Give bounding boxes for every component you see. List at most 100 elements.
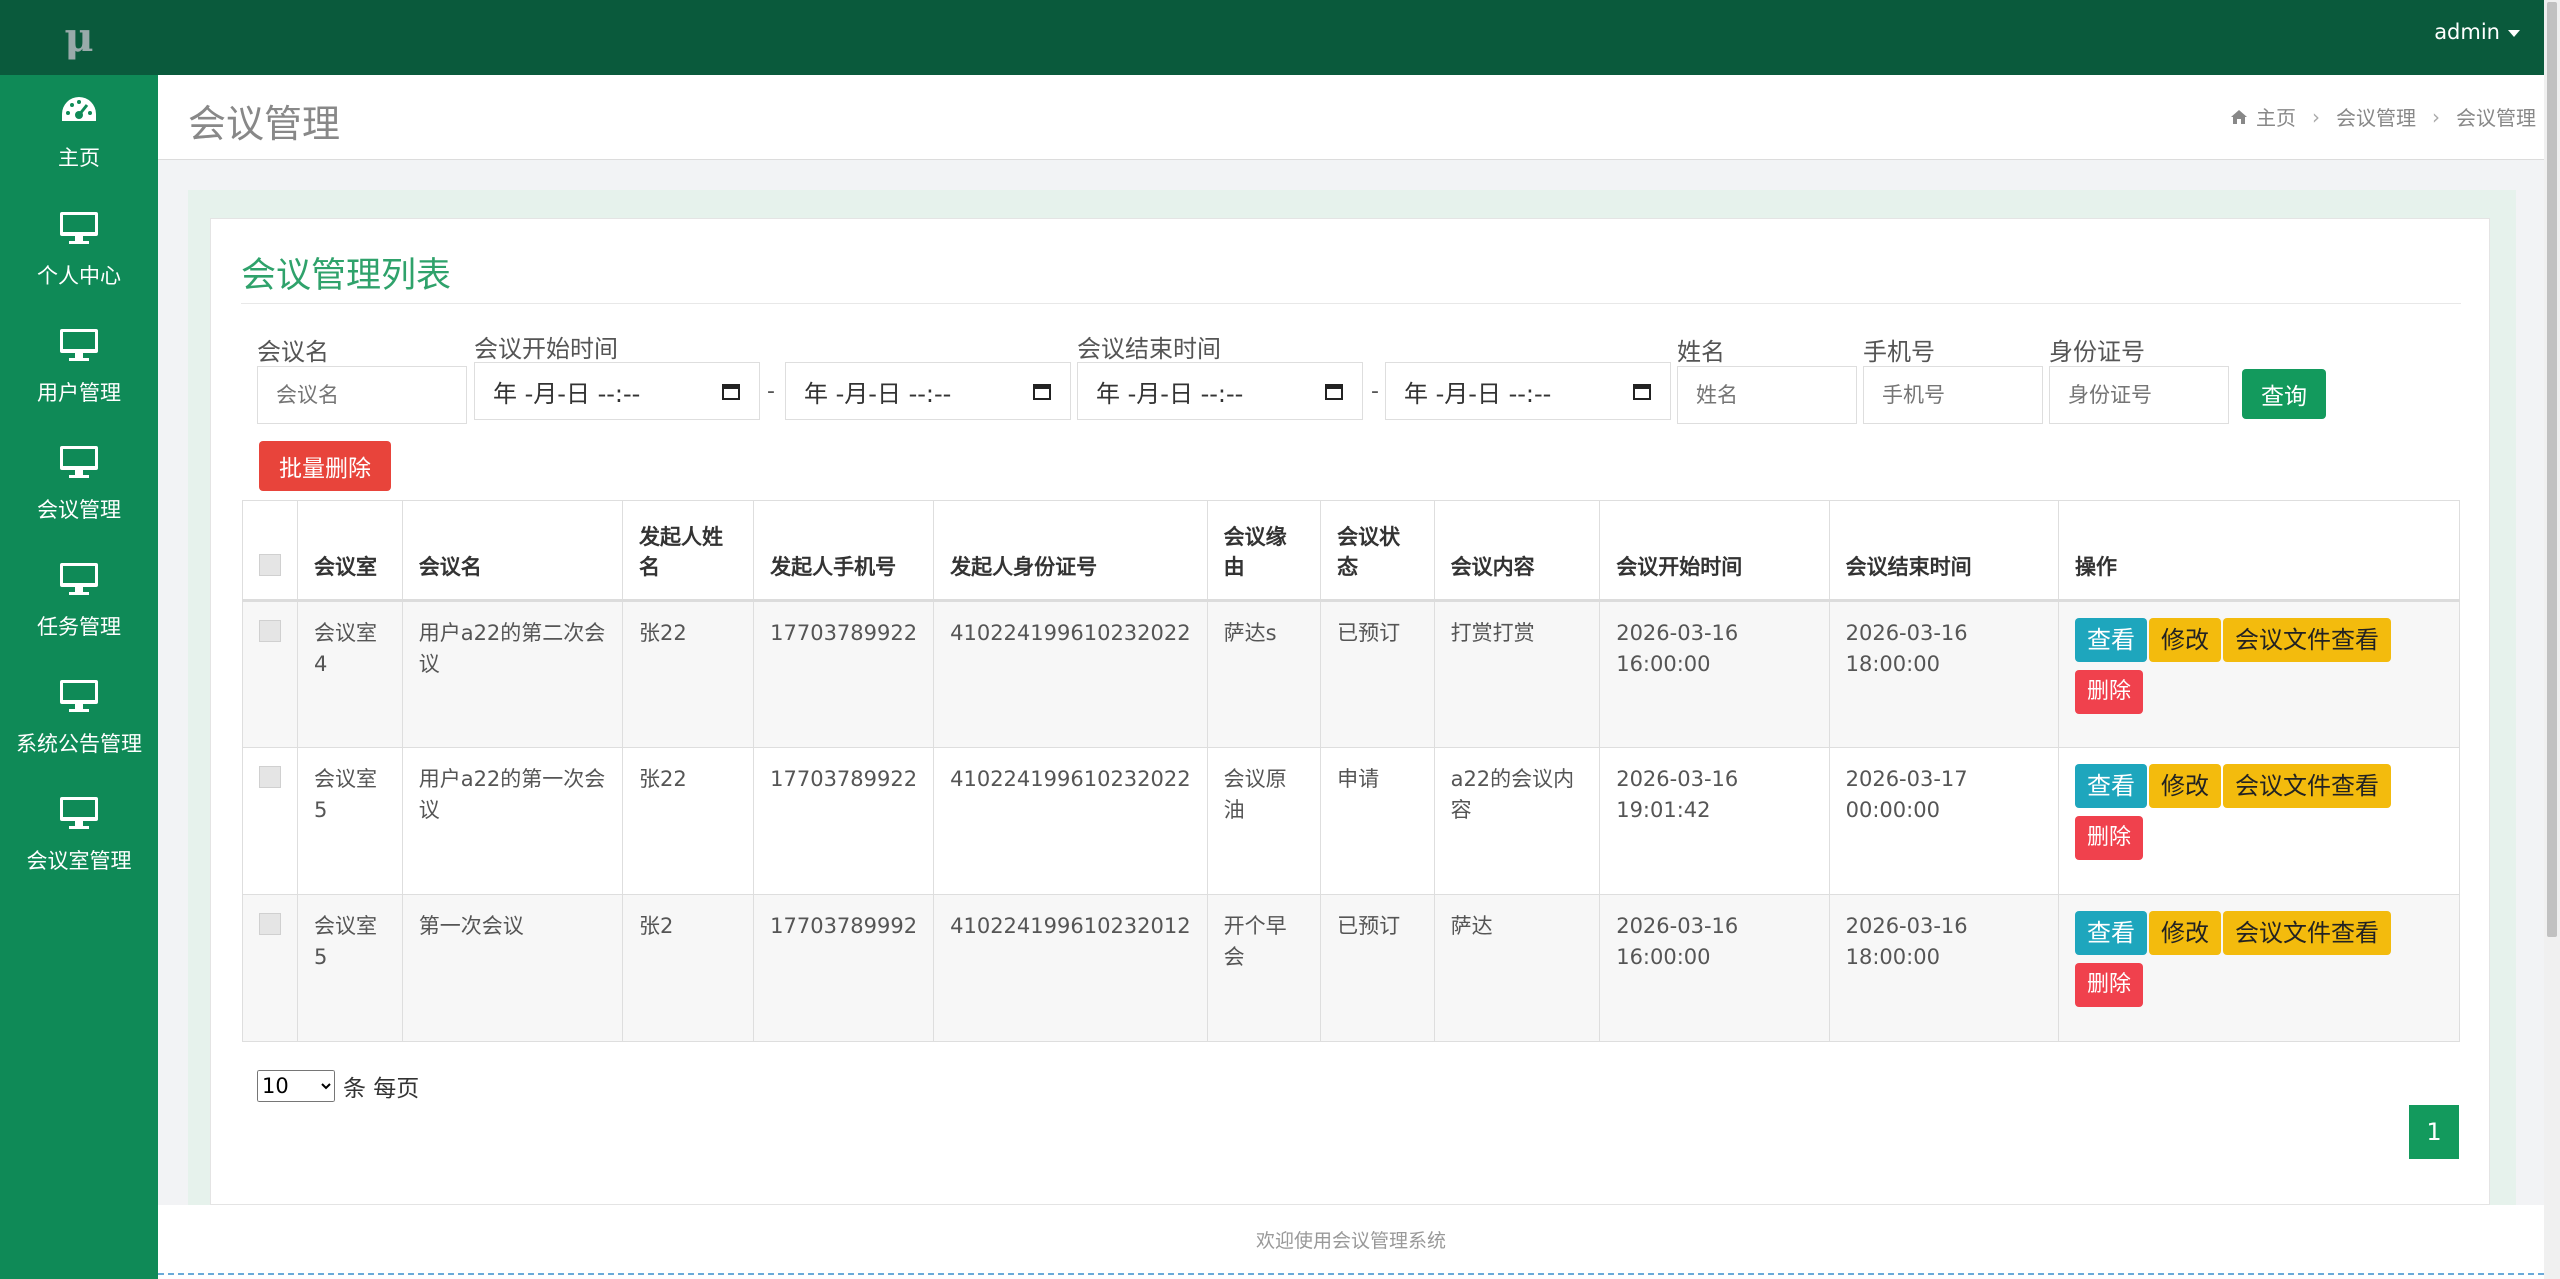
sidebar-item-label: 主页 — [58, 146, 100, 170]
sidebar-item[interactable]: 个人中心 — [0, 192, 158, 309]
row-checkbox[interactable] — [259, 766, 281, 788]
date-placeholder: 年 -月-日 --:-- — [1404, 379, 1552, 408]
logo: μ — [0, 0, 158, 75]
view-button[interactable]: 查看 — [2075, 618, 2148, 662]
delete-button[interactable]: 删除 — [2075, 963, 2144, 1007]
bulk-delete-button[interactable]: 批量删除 — [259, 441, 391, 491]
cell-start: 2026-03-16 16:00:00 — [1599, 600, 1830, 748]
delete-button[interactable]: 删除 — [2075, 816, 2144, 860]
cell-person: 张22 — [621, 600, 755, 748]
person-name-input[interactable] — [1677, 366, 1857, 424]
scrollbar-thumb[interactable] — [2547, 2, 2557, 937]
meeting-name-label: 会议名 — [257, 338, 329, 366]
cell-name: 用户a22的第二次会议 — [401, 600, 623, 748]
cell-phone: 17703789922 — [753, 747, 935, 895]
divider — [241, 303, 2461, 304]
sidebar-item[interactable]: 会议室管理 — [0, 777, 158, 894]
end-time-to-input[interactable]: 年 -月-日 --:-- — [1385, 362, 1671, 420]
column-header[interactable]: 发起人身份证号 — [933, 500, 1208, 602]
page-header: 会议管理 主页 › 会议管理 › 会议管理 — [158, 75, 2544, 160]
calendar-icon — [1033, 384, 1051, 400]
start-time-to-input[interactable]: 年 -月-日 --:-- — [785, 362, 1071, 420]
cell-room: 会议室4 — [297, 600, 403, 748]
cell-person: 张22 — [621, 747, 755, 895]
breadcrumb-section[interactable]: 会议管理 — [2336, 102, 2416, 131]
page-1-button[interactable]: 1 — [2409, 1105, 2459, 1159]
row-checkbox[interactable] — [259, 913, 281, 935]
cell-end: 2026-03-16 18:00:00 — [1828, 894, 2060, 1042]
query-button[interactable]: 查询 — [2242, 369, 2326, 419]
sidebar-item[interactable]: 系统公告管理 — [0, 660, 158, 777]
meeting-name-input[interactable] — [257, 366, 467, 424]
per-page-label: 条 每页 — [343, 1076, 420, 1102]
idcard-input[interactable] — [2049, 366, 2229, 424]
date-placeholder: 年 -月-日 --:-- — [1096, 379, 1244, 408]
breadcrumb-separator: › — [2312, 104, 2320, 129]
monitor-icon — [59, 796, 99, 845]
view-files-button[interactable]: 会议文件查看 — [2223, 911, 2392, 955]
cell-idcard: 410224199610232012 — [933, 894, 1208, 1042]
column-header: 操作 — [2058, 500, 2460, 602]
monitor-icon — [59, 445, 99, 494]
sidebar-item[interactable]: 任务管理 — [0, 543, 158, 660]
caret-down-icon — [2508, 29, 2520, 37]
sidebar-item[interactable]: 用户管理 — [0, 309, 158, 426]
view-button[interactable]: 查看 — [2075, 764, 2148, 808]
breadcrumb: 主页 › 会议管理 › 会议管理 — [2230, 102, 2536, 131]
user-menu[interactable]: admin — [2434, 20, 2520, 44]
column-header[interactable]: 会议结束时间 — [1828, 500, 2060, 602]
monitor-icon — [59, 211, 99, 260]
cell-room: 会议室5 — [297, 747, 403, 895]
footer: 欢迎使用会议管理系统 — [158, 1205, 2544, 1275]
view-files-button[interactable]: 会议文件查看 — [2223, 764, 2392, 808]
edit-button[interactable]: 修改 — [2149, 911, 2222, 955]
sidebar-item[interactable]: 会议管理 — [0, 426, 158, 543]
phone-input[interactable] — [1863, 366, 2043, 424]
cell-reason: 萨达s — [1206, 600, 1322, 748]
range-separator: - — [1371, 379, 1379, 404]
view-files-button[interactable]: 会议文件查看 — [2223, 618, 2392, 662]
vertical-scrollbar[interactable] — [2544, 0, 2560, 1279]
column-header[interactable]: 发起人姓名 — [621, 500, 755, 602]
end-time-from-input[interactable]: 年 -月-日 --:-- — [1077, 362, 1363, 420]
page-size-select[interactable]: 10 — [257, 1070, 335, 1102]
cell-content: a22的会议内容 — [1433, 747, 1601, 895]
row-select-cell — [242, 747, 298, 895]
column-header[interactable]: 会议内容 — [1433, 500, 1601, 602]
sidebar-item-label: 用户管理 — [37, 381, 121, 405]
cell-status: 申请 — [1320, 747, 1435, 895]
sidebar-item-label: 任务管理 — [37, 615, 121, 639]
cell-end: 2026-03-16 18:00:00 — [1828, 600, 2060, 748]
table-row: 会议室5 用户a22的第一次会议 张22 17703789922 4102241… — [242, 747, 2460, 895]
column-header[interactable]: 会议名 — [401, 500, 623, 602]
cell-status: 已预订 — [1320, 894, 1435, 1042]
row-select-cell — [242, 600, 298, 748]
cell-person: 张2 — [621, 894, 755, 1042]
view-button[interactable]: 查看 — [2075, 911, 2148, 955]
edit-button[interactable]: 修改 — [2149, 764, 2222, 808]
dashboard-icon — [60, 95, 98, 142]
column-header[interactable]: 会议缘由 — [1206, 500, 1322, 602]
sidebar-item[interactable]: 主页 — [0, 75, 158, 192]
start-time-label: 会议开始时间 — [474, 335, 618, 363]
cell-end: 2026-03-17 00:00:00 — [1828, 747, 2060, 895]
edit-button[interactable]: 修改 — [2149, 618, 2222, 662]
cell-reason: 开个早会 — [1206, 894, 1322, 1042]
row-checkbox[interactable] — [259, 620, 281, 642]
calendar-icon — [1325, 384, 1343, 400]
delete-button[interactable]: 删除 — [2075, 670, 2144, 714]
end-time-label: 会议结束时间 — [1077, 335, 1221, 363]
column-header[interactable]: 发起人手机号 — [753, 500, 935, 602]
cell-phone: 17703789992 — [753, 894, 935, 1042]
monitor-icon — [59, 328, 99, 377]
column-header[interactable]: 会议状态 — [1320, 500, 1435, 602]
select-all-cell — [242, 500, 298, 602]
breadcrumb-home[interactable]: 主页 — [2256, 102, 2296, 131]
breadcrumb-separator: › — [2432, 104, 2440, 129]
row-select-cell — [242, 894, 298, 1042]
column-header[interactable]: 会议室 — [297, 500, 403, 602]
start-time-from-input[interactable]: 年 -月-日 --:-- — [474, 362, 760, 420]
sidebar-item-label: 会议管理 — [37, 498, 121, 522]
select-all-checkbox[interactable] — [259, 554, 281, 576]
column-header[interactable]: 会议开始时间 — [1599, 500, 1830, 602]
